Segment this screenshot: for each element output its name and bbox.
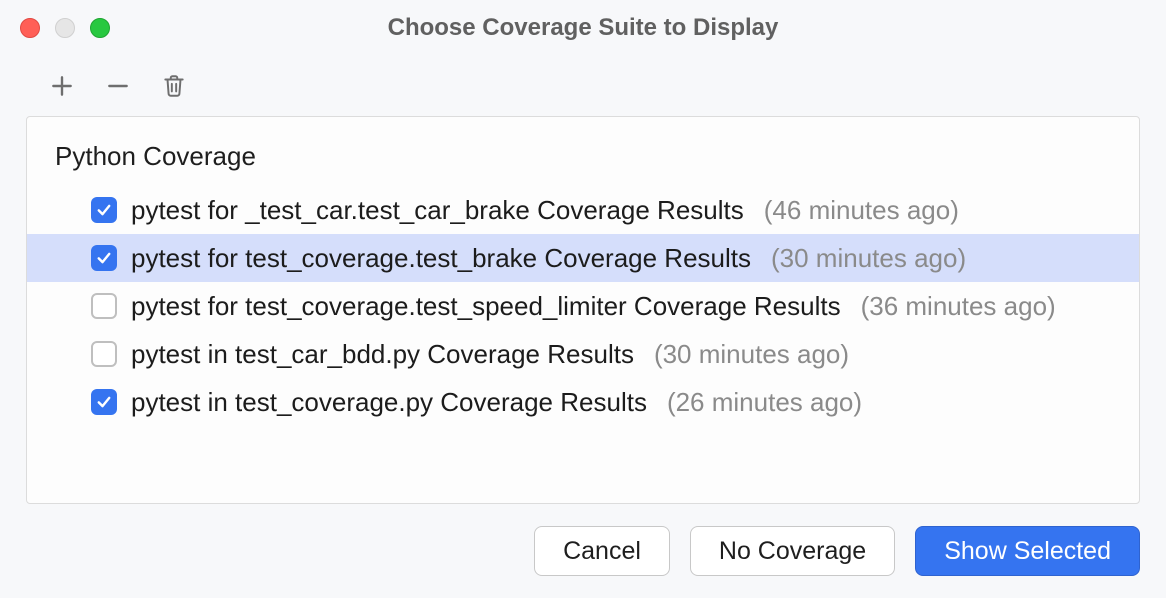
coverage-dialog: Choose Coverage Suite to Display Python … <box>0 0 1166 598</box>
suite-label: pytest in test_coverage.py Coverage Resu… <box>131 387 647 418</box>
checkmark-icon <box>95 201 113 219</box>
remove-button[interactable] <box>104 72 132 100</box>
suite-checkbox[interactable] <box>91 389 117 415</box>
suite-label: pytest for test_coverage.test_brake Cove… <box>131 243 751 274</box>
titlebar: Choose Coverage Suite to Display <box>0 0 1166 56</box>
suite-row[interactable]: pytest for test_coverage.test_speed_limi… <box>27 282 1139 330</box>
plus-icon <box>49 73 75 99</box>
suite-label: pytest for test_coverage.test_speed_limi… <box>131 291 841 322</box>
dialog-buttons: Cancel No Coverage Show Selected <box>0 504 1166 598</box>
show-selected-button[interactable]: Show Selected <box>915 526 1140 576</box>
suite-time: (36 minutes ago) <box>861 291 1056 322</box>
suite-checkbox[interactable] <box>91 197 117 223</box>
close-window-button[interactable] <box>20 18 40 38</box>
suite-label: pytest for _test_car.test_car_brake Cove… <box>131 195 744 226</box>
suite-row[interactable]: pytest in test_coverage.py Coverage Resu… <box>27 378 1139 426</box>
minimize-window-button[interactable] <box>55 18 75 38</box>
checkmark-icon <box>95 393 113 411</box>
suite-checkbox[interactable] <box>91 341 117 367</box>
no-coverage-button[interactable]: No Coverage <box>690 526 895 576</box>
suite-checkbox[interactable] <box>91 245 117 271</box>
suite-row[interactable]: pytest for _test_car.test_car_brake Cove… <box>27 186 1139 234</box>
maximize-window-button[interactable] <box>90 18 110 38</box>
suite-row[interactable]: pytest for test_coverage.test_brake Cove… <box>27 234 1139 282</box>
coverage-suite-list: Python Coverage pytest for _test_car.tes… <box>26 116 1140 504</box>
traffic-lights <box>20 18 110 38</box>
group-header: Python Coverage <box>27 135 1139 186</box>
suite-row[interactable]: pytest in test_car_bdd.py Coverage Resul… <box>27 330 1139 378</box>
toolbar <box>0 56 1166 116</box>
delete-button[interactable] <box>160 72 188 100</box>
suite-checkbox[interactable] <box>91 293 117 319</box>
checkmark-icon <box>95 249 113 267</box>
suite-time: (30 minutes ago) <box>771 243 966 274</box>
trash-icon <box>161 73 187 99</box>
minus-icon <box>105 73 131 99</box>
suite-time: (46 minutes ago) <box>764 195 959 226</box>
add-button[interactable] <box>48 72 76 100</box>
dialog-title: Choose Coverage Suite to Display <box>0 14 1166 42</box>
cancel-button[interactable]: Cancel <box>534 526 670 576</box>
suite-time: (26 minutes ago) <box>667 387 862 418</box>
suite-time: (30 minutes ago) <box>654 339 849 370</box>
suite-label: pytest in test_car_bdd.py Coverage Resul… <box>131 339 634 370</box>
